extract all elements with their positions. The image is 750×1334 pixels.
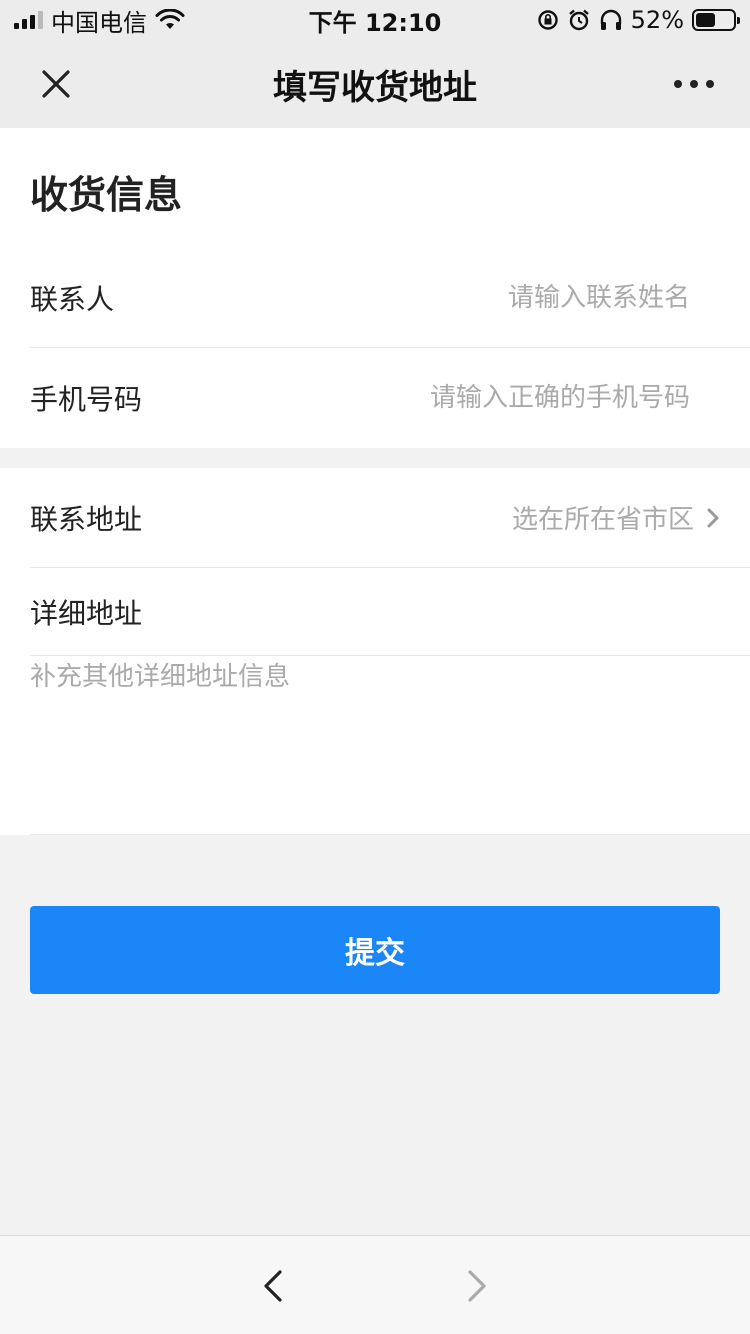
contact-label: 联系人: [30, 282, 115, 316]
chevron-right-icon: [707, 508, 719, 527]
address-row[interactable]: 联系地址 选在所在省市区: [30, 468, 750, 568]
chevron-right-icon[interactable]: [462, 1266, 492, 1306]
region-placeholder: 选在所在省市区: [511, 505, 694, 535]
contact-row: 联系人: [30, 248, 750, 348]
rotation-lock-icon: [537, 10, 558, 30]
address-section: 联系地址 选在所在省市区 详细地址: [0, 468, 750, 835]
status-bar: 中国电信 下午 12:10 52%: [0, 0, 750, 40]
phone-label: 手机号码: [30, 383, 143, 416]
phone-input[interactable]: [270, 383, 690, 413]
detail-row: 详细地址: [30, 568, 750, 656]
address-label: 联系地址: [30, 502, 143, 536]
battery-percent: 52%: [630, 6, 684, 34]
alarm-icon: [568, 9, 589, 31]
region-selector[interactable]: 选在所在省市区: [512, 499, 724, 536]
detail-address-input[interactable]: [30, 656, 720, 816]
battery-icon: [692, 9, 740, 31]
divider: [30, 834, 750, 835]
submit-button[interactable]: 提交: [30, 906, 720, 994]
section-title: 收货信息: [30, 173, 183, 217]
detail-label: 详细地址: [30, 596, 143, 630]
more-dot: [706, 80, 714, 88]
receiver-section: 收货信息 联系人 手机号码: [0, 128, 750, 448]
page-title: 填写收货地址: [273, 67, 477, 108]
nav-bar: 填写收货地址: [0, 40, 750, 128]
more-dot: [690, 80, 698, 88]
carrier-name: 中国电信: [51, 8, 147, 37]
chevron-left-icon[interactable]: [258, 1266, 288, 1306]
battery-fill: [696, 13, 715, 27]
more-icon[interactable]: [674, 80, 714, 88]
phone-row: 手机号码: [30, 348, 750, 448]
headphones-icon: [600, 9, 621, 30]
bottom-toolbar: [0, 1235, 750, 1334]
close-icon[interactable]: [36, 64, 76, 104]
signal-icon: [14, 11, 43, 29]
status-right: 52%: [537, 6, 740, 34]
status-left: 中国电信: [14, 3, 185, 38]
contact-input[interactable]: [270, 282, 690, 313]
wifi-icon: [155, 9, 185, 29]
more-dot: [674, 80, 682, 88]
